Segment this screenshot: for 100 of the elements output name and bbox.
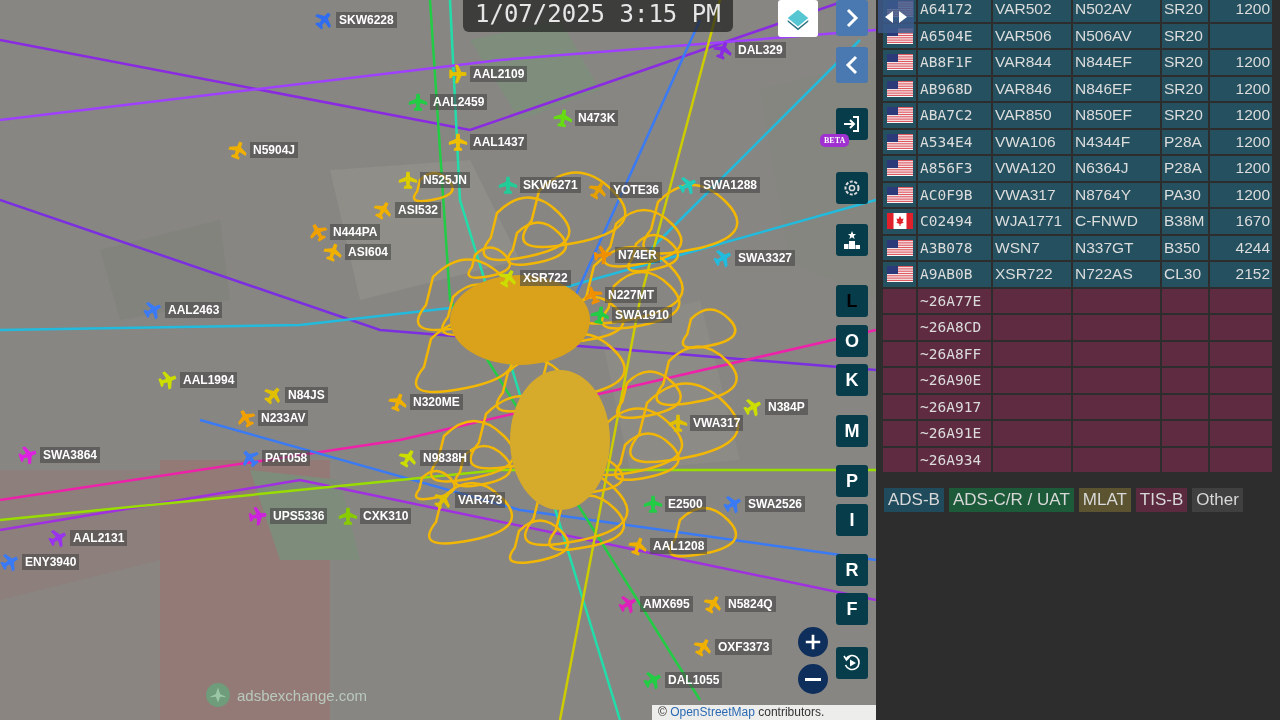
- plane-icon[interactable]: [240, 448, 260, 468]
- beta-badge: BETA: [820, 134, 850, 147]
- plane-icon[interactable]: [628, 536, 648, 556]
- table-cell: VWA120: [993, 156, 1071, 181]
- table-cell: [1210, 23, 1272, 48]
- plane-icon[interactable]: [398, 448, 418, 468]
- table-cell: N8764Y: [1073, 182, 1160, 207]
- plane-icon[interactable]: [643, 670, 663, 690]
- plane-icon[interactable]: [308, 222, 328, 242]
- ranking-button[interactable]: [836, 224, 868, 256]
- flight-label: CXK310: [360, 508, 412, 524]
- plane-icon[interactable]: [703, 594, 723, 614]
- flight-label: N320ME: [410, 394, 463, 410]
- plane-icon[interactable]: [583, 285, 603, 305]
- table-cell: PA30: [1162, 182, 1208, 207]
- plane-icon[interactable]: [498, 175, 518, 195]
- map-toggle-button[interactable]: F: [836, 593, 868, 625]
- plane-icon[interactable]: [693, 637, 713, 657]
- layers-button[interactable]: [778, 0, 818, 37]
- table-cell: P28A: [1162, 129, 1208, 154]
- plane-icon[interactable]: [448, 132, 468, 152]
- plane-icon[interactable]: [668, 413, 688, 433]
- table-cell: [1210, 288, 1272, 313]
- plane-icon[interactable]: [338, 506, 358, 526]
- flight-label: DAL1055: [665, 672, 723, 688]
- plane-icon[interactable]: [713, 40, 733, 60]
- plane-icon[interactable]: [590, 305, 610, 325]
- openstreetmap-link[interactable]: OpenStreetMap: [670, 705, 755, 719]
- plane-icon[interactable]: [263, 385, 283, 405]
- flight-label: VAR473: [455, 492, 506, 508]
- flag-cell: [883, 447, 916, 472]
- plane-icon[interactable]: [678, 175, 698, 195]
- plane-icon[interactable]: [498, 268, 518, 288]
- table-cell: 1670: [1210, 209, 1272, 234]
- table-cell: VAR846: [993, 76, 1071, 101]
- table-cell: VAR844: [993, 50, 1071, 75]
- map-toggle-button[interactable]: R: [836, 554, 868, 586]
- plane-icon[interactable]: [433, 490, 453, 510]
- flag-cell: [883, 288, 916, 313]
- plane-icon[interactable]: [48, 528, 68, 548]
- expand-button[interactable]: [836, 0, 868, 36]
- flight-label: ASI532: [395, 202, 442, 218]
- plane-icon[interactable]: [373, 200, 393, 220]
- column-toggle-button[interactable]: [878, 0, 914, 33]
- flight-label: SWA2526: [745, 496, 806, 512]
- flight-label: AAL1437: [470, 134, 528, 150]
- table-cell: [1210, 447, 1272, 472]
- brand-name: adsbexchange.com: [237, 686, 368, 704]
- settings-button[interactable]: [836, 172, 868, 204]
- map-toggle-button[interactable]: O: [836, 325, 868, 357]
- collapse-button[interactable]: [836, 47, 868, 83]
- table-cell: ~26A90E: [918, 368, 991, 393]
- plane-icon[interactable]: [18, 445, 38, 465]
- plane-icon[interactable]: [323, 242, 343, 262]
- flight-label: AAL2463: [165, 302, 223, 318]
- plane-icon[interactable]: [408, 92, 428, 112]
- plane-icon[interactable]: [588, 180, 608, 200]
- table-cell: ~26A8FF: [918, 341, 991, 366]
- plane-icon[interactable]: [228, 140, 248, 160]
- table-cell: [1162, 368, 1208, 393]
- flight-label: N84JS: [285, 387, 328, 403]
- table-cell: SR20: [1162, 50, 1208, 75]
- table-cell: N506AV: [1073, 23, 1160, 48]
- table-cell: N850EF: [1073, 103, 1160, 128]
- plane-icon[interactable]: [388, 392, 408, 412]
- plane-icon[interactable]: [158, 370, 178, 390]
- table-cell: AB968D: [918, 76, 991, 101]
- table-cell: A64172: [918, 0, 991, 22]
- map-toggle-button[interactable]: M: [836, 415, 868, 447]
- flight-label: E2500: [665, 496, 706, 512]
- plane-icon[interactable]: [618, 594, 638, 614]
- plane-icon[interactable]: [643, 494, 663, 514]
- map-attribution: © OpenStreetMap contributors.: [652, 705, 876, 720]
- legend-item: ADS-B: [884, 488, 944, 512]
- plane-icon[interactable]: [236, 408, 256, 428]
- plane-icon[interactable]: [314, 10, 334, 30]
- flight-label: SWA3864: [40, 447, 101, 463]
- table-cell: 2152: [1210, 262, 1272, 287]
- flight-label: AMX695: [640, 596, 693, 612]
- map-toggle-button[interactable]: I: [836, 504, 868, 536]
- table-cell: A6504E: [918, 23, 991, 48]
- flight-label: N227MT: [605, 287, 657, 303]
- flight-label: N5904J: [250, 142, 299, 158]
- map-toggle-button[interactable]: P: [836, 465, 868, 497]
- plane-icon[interactable]: [248, 506, 268, 526]
- flight-label: AAL2131: [70, 530, 128, 546]
- flight-label: AAL2459: [430, 94, 488, 110]
- plane-icon[interactable]: [553, 108, 573, 128]
- table-cell: SR20: [1162, 0, 1208, 22]
- plane-icon[interactable]: [743, 397, 763, 417]
- plane-icon[interactable]: [448, 64, 468, 84]
- replay-button[interactable]: [836, 647, 868, 679]
- table-cell: ~26A917: [918, 394, 991, 419]
- table-cell: SR20: [1162, 103, 1208, 128]
- plane-icon[interactable]: [713, 248, 733, 268]
- plane-icon[interactable]: [593, 245, 613, 265]
- legend-item: ADS-C/R / UAT: [948, 488, 1074, 512]
- plane-icon[interactable]: [398, 170, 418, 190]
- map-toggle-button[interactable]: K: [836, 364, 868, 396]
- table-cell: C02494: [918, 209, 991, 234]
